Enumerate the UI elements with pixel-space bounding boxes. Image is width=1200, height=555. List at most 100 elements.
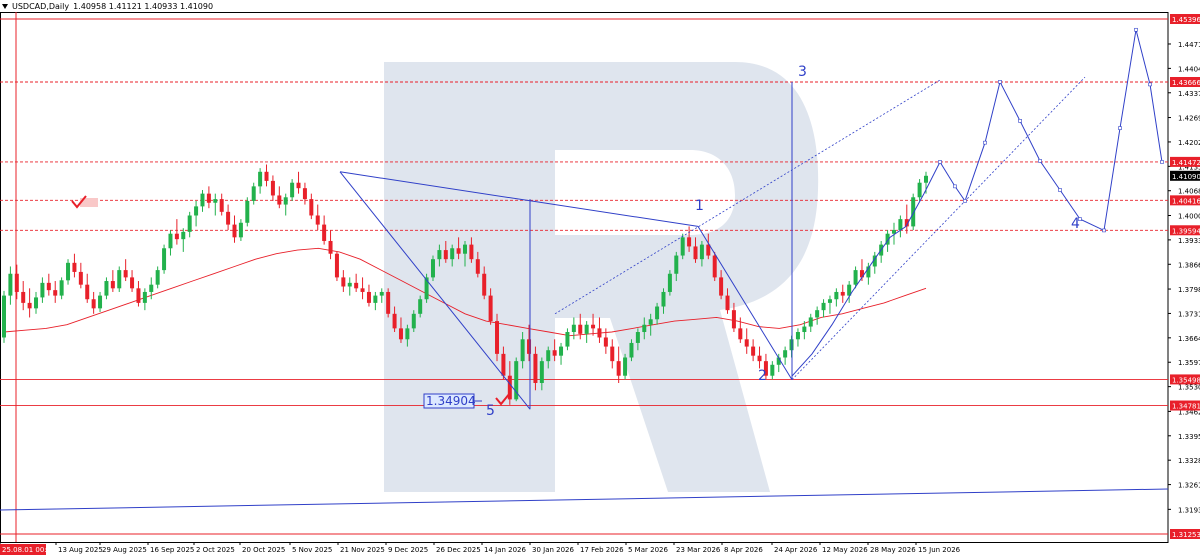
candle-body [539, 361, 544, 383]
candle-body [898, 219, 903, 231]
candle-body [66, 262, 71, 281]
x-tick-label: 26 Dec 2025 [436, 546, 481, 554]
x-tick-label: 28 May 2026 [870, 546, 916, 554]
forecast-node [1134, 27, 1138, 32]
candle-body [661, 291, 666, 307]
candle-body [456, 248, 461, 254]
candle-body [783, 350, 788, 358]
y-tick-label: 1.36640 [1178, 335, 1200, 343]
wave-label: 3 [798, 64, 807, 80]
candle-body [258, 171, 263, 187]
candle-body [162, 248, 167, 271]
candle-body [78, 271, 83, 285]
candle-body [405, 328, 410, 340]
candle-body [232, 224, 237, 238]
candle-body [155, 270, 160, 285]
candle-body [751, 346, 756, 356]
forecast-node [998, 80, 1002, 84]
candle-body [354, 282, 359, 289]
price-badge-label: 1.41090 [1172, 173, 1200, 181]
candle-body [59, 280, 64, 296]
candle-body [552, 350, 557, 356]
candle-body [110, 281, 115, 289]
forecast-node [1160, 160, 1164, 164]
price-badge-label: 1.43666 [1172, 79, 1200, 87]
candle-body [635, 332, 640, 343]
candle-body [802, 326, 807, 333]
candle-body [142, 291, 147, 303]
price-badge-label: 1.31253 [1172, 531, 1200, 539]
candle-body [290, 182, 295, 198]
x-tick-label: 14 Jan 2026 [484, 546, 527, 554]
candle-body [411, 313, 416, 329]
candle-body [40, 282, 45, 298]
forecast-node [1118, 126, 1122, 130]
price-chart[interactable]: 1 2 3 4 5 1.34904 1.44710 1.44040 1.43370 1.4269… [0, 0, 1200, 555]
candle-body [463, 244, 467, 254]
candle-body [270, 180, 275, 196]
candle-body [418, 299, 423, 314]
candle-body [341, 277, 346, 287]
candle-body [815, 310, 820, 318]
forecast-node [1038, 159, 1042, 163]
candle-body [8, 273, 13, 296]
candle-body [309, 199, 314, 216]
candle-body [296, 182, 301, 189]
candle-body [648, 319, 653, 325]
candle-body [571, 324, 576, 333]
candle-body [859, 270, 864, 278]
x-tick-label: 9 Dec 2025 [388, 546, 428, 554]
candle-body [366, 291, 371, 303]
candle-body [149, 284, 154, 292]
y-tick-label: 1.40000 [1178, 212, 1200, 220]
candle-body [386, 291, 391, 314]
y-tick-label: 1.37310 [1178, 310, 1200, 318]
candle-body [757, 355, 762, 362]
long-trend-line [0, 488, 1169, 511]
x-tick-label: 17 Feb 2026 [580, 546, 624, 554]
watermark-logo [384, 62, 819, 492]
x-tick-label: 23 Mar 2026 [676, 546, 721, 554]
wave-label: 5 [486, 403, 495, 419]
price-badge-label: 1.41472 [1172, 159, 1200, 167]
wave-label: 1 [695, 198, 704, 214]
candle-body [264, 171, 269, 181]
forecast-node [938, 160, 942, 164]
candle-body [430, 259, 435, 278]
candle-body [322, 224, 327, 241]
forecast-node [1058, 188, 1062, 192]
candle-body [315, 215, 320, 225]
candle-body [104, 281, 109, 296]
candle-body [616, 361, 621, 376]
y-tick-label: 1.31930 [1178, 506, 1200, 514]
candle-body [712, 255, 717, 278]
candle-body [533, 353, 538, 383]
candle-body [565, 332, 570, 347]
candle-body [834, 291, 839, 300]
x-tick-label: 25.08.01 00:00 [2, 546, 56, 554]
candle-body [27, 302, 32, 309]
forecast-node [1018, 119, 1022, 123]
price-box-label: 1.34904 [426, 394, 476, 408]
candle-body [924, 175, 928, 183]
y-tick-label: 1.42020 [1178, 139, 1200, 147]
candle-body [520, 339, 525, 362]
candle-body [687, 237, 692, 247]
candle-body [674, 255, 679, 274]
candle-body [213, 199, 218, 203]
candle-body [827, 299, 832, 303]
candle-body [655, 306, 660, 320]
x-tick-label: 29 Aug 2025 [102, 546, 147, 554]
candle-body [667, 273, 672, 292]
candle-body [21, 291, 26, 303]
x-tick-label: 2 Oct 2025 [196, 546, 235, 554]
x-tick-label: 12 May 2026 [822, 546, 868, 554]
price-badge-label: 1.39594 [1172, 227, 1200, 235]
candle-body [738, 328, 743, 340]
candle-body [200, 193, 205, 207]
candle-body [475, 259, 480, 274]
y-tick-label: 1.39330 [1178, 237, 1200, 245]
candle-body [603, 337, 608, 347]
forecast-node [1148, 82, 1152, 87]
candle-body [770, 364, 775, 376]
